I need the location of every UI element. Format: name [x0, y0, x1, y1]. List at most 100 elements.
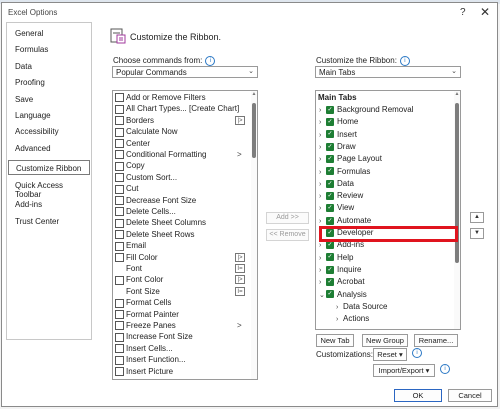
command-list-item[interactable]: Delete Sheet Rows [115, 230, 194, 241]
new-tab-button[interactable]: New Tab [316, 334, 354, 347]
command-list-item[interactable]: Add or Remove Filters [115, 93, 206, 104]
rename-button[interactable]: Rename... [414, 334, 458, 347]
chevron-right-icon[interactable]: › [319, 279, 326, 286]
chevron-right-icon[interactable]: › [319, 156, 326, 163]
checkbox-checked-icon[interactable]: ✓ [326, 167, 334, 176]
checkbox-checked-icon[interactable]: ✓ [326, 265, 334, 274]
info-icon[interactable]: i [440, 364, 450, 374]
scroll-up-icon[interactable]: ▲ [251, 91, 257, 97]
checkbox-checked-icon[interactable]: ✓ [326, 118, 334, 127]
nav-item-quick-access-toolbar[interactable]: Quick Access Toolbar [15, 181, 91, 199]
checkbox-checked-icon[interactable]: ✓ [326, 142, 334, 151]
command-list-item[interactable]: Center [115, 139, 150, 150]
checkbox-checked-icon[interactable]: ✓ [326, 253, 334, 262]
choose-commands-dropdown[interactable]: Popular Commands ⌄ [112, 66, 258, 78]
checkbox-checked-icon[interactable]: ✓ [326, 105, 334, 114]
ribbon-tab-help[interactable]: › ✓ Help [319, 253, 353, 264]
info-icon[interactable]: i [205, 56, 216, 66]
commands-listbox[interactable]: Add or Remove Filters All Chart Types... … [112, 90, 258, 380]
ribbon-tab-inquire[interactable]: › ✓ Inquire [319, 265, 361, 276]
command-list-item[interactable]: Custom Sort... [115, 173, 177, 184]
ribbon-group-actions[interactable]: › Actions [336, 314, 369, 325]
nav-item-advanced[interactable]: Advanced [15, 144, 51, 153]
checkbox-checked-icon[interactable]: ✓ [326, 278, 334, 287]
command-list-item[interactable]: Copy [115, 161, 145, 172]
command-list-item[interactable]: Font [115, 264, 142, 275]
nav-item-data[interactable]: Data [15, 62, 32, 71]
nav-item-save[interactable]: Save [15, 95, 33, 104]
ribbon-tab-analysis[interactable]: ⌄ ✓ Analysis [319, 290, 367, 301]
chevron-right-icon[interactable]: › [319, 193, 326, 200]
ribbon-tab-draw[interactable]: › ✓ Draw [319, 142, 356, 153]
command-list-item[interactable]: All Chart Types... [Create Chart] [115, 104, 239, 115]
command-list-item[interactable]: Fill Color [115, 253, 158, 264]
reset-button[interactable]: Reset ▾ [373, 348, 407, 361]
info-icon[interactable]: i [399, 56, 410, 66]
checkbox-checked-icon[interactable]: ✓ [326, 216, 334, 225]
command-list-item[interactable]: Format Painter [115, 310, 179, 321]
command-list-item[interactable]: Font Size [115, 287, 160, 298]
move-up-button[interactable]: ▲ [470, 212, 484, 223]
commands-scroll-thumb[interactable] [252, 103, 256, 158]
chevron-right-icon[interactable]: › [319, 144, 326, 151]
ok-button[interactable]: OK [394, 389, 442, 402]
import-export-button[interactable]: Import/Export ▾ [373, 364, 435, 377]
ribbon-tab-insert[interactable]: › ✓ Insert [319, 130, 357, 141]
help-icon[interactable]: ? [460, 7, 466, 18]
command-list-item[interactable]: Freeze Panes [115, 321, 176, 332]
move-down-button[interactable]: ▼ [470, 228, 484, 239]
commands-scrollbar[interactable]: ▲ [251, 91, 257, 379]
ribbon-tab-home[interactable]: › ✓ Home [319, 117, 358, 128]
chevron-right-icon[interactable]: › [319, 107, 326, 114]
command-list-item[interactable]: Borders [115, 116, 154, 127]
chevron-right-icon[interactable]: › [319, 242, 326, 249]
chevron-right-icon[interactable]: › [319, 132, 326, 139]
customize-ribbon-dropdown[interactable]: Main Tabs ⌄ [315, 66, 461, 78]
command-list-item[interactable]: Insert Cells... [115, 344, 173, 355]
new-group-button[interactable]: New Group [362, 334, 408, 347]
ribbon-tab-acrobat[interactable]: › ✓ Acrobat [319, 277, 365, 288]
chevron-right-icon[interactable]: › [319, 205, 326, 212]
chevron-right-icon[interactable]: › [319, 267, 326, 274]
chevron-right-icon[interactable]: › [336, 304, 343, 311]
command-list-item[interactable]: Increase Font Size [115, 332, 193, 343]
command-list-item[interactable]: Decrease Font Size [115, 196, 196, 207]
chevron-right-icon[interactable]: › [319, 169, 326, 176]
command-list-item[interactable]: Delete Sheet Columns [115, 218, 206, 229]
cancel-button[interactable]: Cancel [448, 389, 492, 402]
chevron-right-icon[interactable]: › [336, 316, 343, 323]
checkbox-checked-icon[interactable]: ✓ [326, 290, 334, 299]
command-list-item[interactable]: Calculate Now [115, 127, 178, 138]
ribbon-tab-review[interactable]: › ✓ Review [319, 191, 363, 202]
command-list-item[interactable]: Conditional Formatting [115, 150, 206, 161]
ribbon-scrollbar[interactable]: ▲ [454, 91, 460, 329]
remove-button[interactable]: << Remove [266, 229, 309, 241]
ribbon-tabs-tree[interactable]: Main Tabs › ✓ Background Removal › ✓ Home › ✓ In… [315, 90, 461, 330]
nav-item-trust-center[interactable]: Trust Center [15, 217, 59, 226]
nav-item-formulas[interactable]: Formulas [15, 45, 48, 54]
checkbox-checked-icon[interactable]: ✓ [326, 179, 334, 188]
nav-item-language[interactable]: Language [15, 111, 51, 120]
command-list-item[interactable]: Insert Picture [115, 367, 173, 378]
chevron-right-icon[interactable]: › [319, 181, 326, 188]
chevron-right-icon[interactable]: › [319, 255, 326, 262]
command-list-item[interactable]: Delete Cells... [115, 207, 176, 218]
checkbox-checked-icon[interactable]: ✓ [326, 241, 334, 250]
add-button[interactable]: Add >> [266, 212, 309, 224]
nav-item-proofing[interactable]: Proofing [15, 78, 45, 87]
chevron-right-icon[interactable]: › [319, 218, 326, 225]
scroll-up-icon[interactable]: ▲ [454, 91, 460, 97]
ribbon-tab-background-removal[interactable]: › ✓ Background Removal [319, 105, 413, 116]
command-list-item[interactable]: Font Color [115, 275, 163, 286]
ribbon-tab-page-layout[interactable]: › ✓ Page Layout [319, 154, 382, 165]
ribbon-tab-formulas[interactable]: › ✓ Formulas [319, 167, 370, 178]
info-icon[interactable]: i [412, 348, 422, 358]
nav-item-general[interactable]: General [15, 29, 43, 38]
checkbox-checked-icon[interactable]: ✓ [326, 204, 334, 213]
close-icon[interactable]: ✕ [480, 5, 490, 19]
command-list-item[interactable]: Email [115, 241, 146, 252]
nav-item-accessibility[interactable]: Accessibility [15, 127, 59, 136]
checkbox-checked-icon[interactable]: ✓ [326, 155, 334, 164]
command-list-item[interactable]: Cut [115, 184, 138, 195]
ribbon-tab-view[interactable]: › ✓ View [319, 203, 354, 214]
